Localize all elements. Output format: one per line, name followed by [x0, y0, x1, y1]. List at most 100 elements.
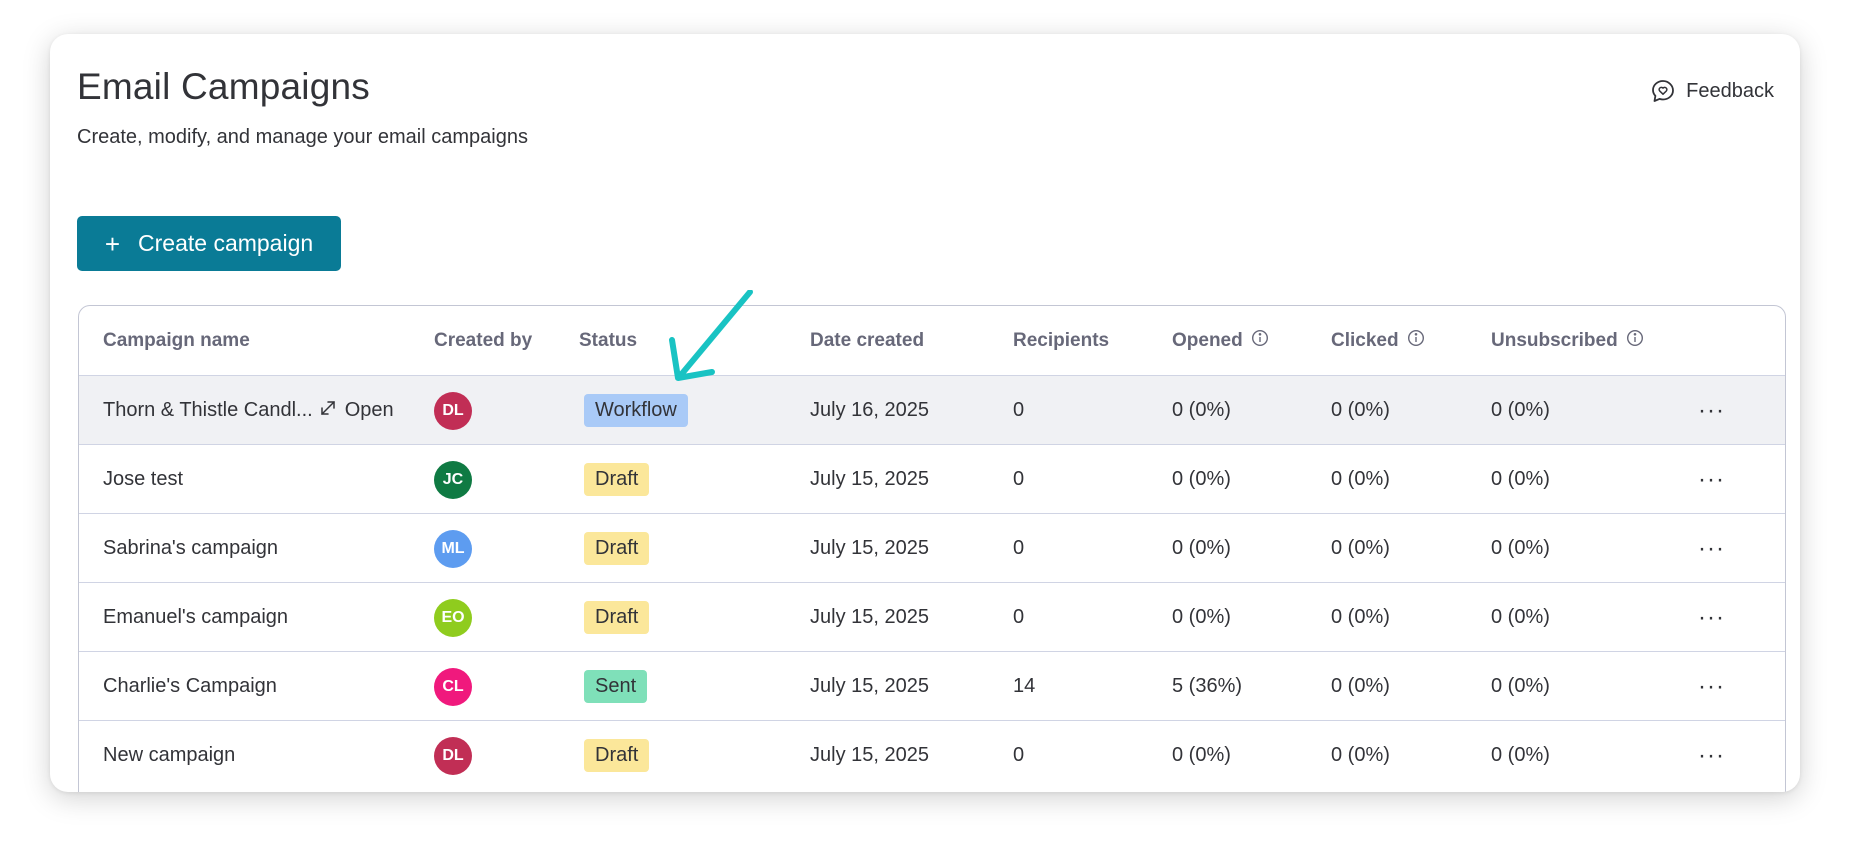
- status-cell: Draft: [579, 514, 650, 583]
- date-created: July 15, 2025: [810, 468, 929, 490]
- status-badge: Sent: [584, 670, 648, 703]
- date-created: July 15, 2025: [810, 675, 929, 697]
- info-circle-icon[interactable]: [1626, 329, 1644, 353]
- info-circle-icon[interactable]: [1407, 329, 1425, 353]
- create-campaign-button[interactable]: + Create campaign: [77, 216, 341, 271]
- column-header-opened-label: Opened: [1172, 329, 1243, 351]
- expand-arrows-icon: [319, 399, 337, 423]
- campaign-name: Thorn & Thistle Candl...: [103, 399, 313, 421]
- status-cell: Sent: [579, 652, 648, 721]
- status-cell: Workflow: [579, 376, 688, 445]
- campaigns-table: Campaign name Created by Status Date cre…: [78, 305, 1786, 792]
- created-by-cell: DL: [434, 721, 472, 790]
- opened-count: 0 (0%): [1172, 606, 1231, 628]
- created-by-cell: EO: [434, 583, 472, 652]
- created-by-cell: ML: [434, 514, 472, 583]
- opened-count: 5 (36%): [1172, 675, 1243, 697]
- open-row-link[interactable]: Open: [319, 399, 394, 423]
- page-title: Email Campaigns: [77, 66, 370, 107]
- avatar[interactable]: EO: [434, 598, 472, 637]
- more-horizontal-icon[interactable]: ···: [1698, 376, 1725, 445]
- status-cell: Draft: [579, 445, 650, 514]
- recipients-count: 0: [1013, 537, 1025, 559]
- recipients-count: 0: [1013, 468, 1025, 490]
- opened-count: 0 (0%): [1172, 537, 1231, 559]
- email-campaigns-panel: Email Campaigns Create, modify, and mana…: [50, 34, 1800, 792]
- column-header-date-created[interactable]: Date created: [810, 306, 924, 375]
- created-by-cell: DL: [434, 376, 472, 445]
- clicked-count: 0 (0%): [1331, 468, 1390, 490]
- opened-count: 0 (0%): [1172, 468, 1231, 490]
- status-badge: Draft: [584, 463, 650, 496]
- date-created: July 15, 2025: [810, 537, 929, 559]
- recipients-count: 14: [1013, 675, 1036, 697]
- table-row[interactable]: Thorn & Thistle Candl... Open DL Workflo…: [79, 375, 1785, 445]
- avatar[interactable]: JC: [434, 460, 472, 499]
- feedback-label: Feedback: [1686, 79, 1774, 102]
- clicked-count: 0 (0%): [1331, 675, 1390, 697]
- column-header-recipients[interactable]: Recipients: [1013, 306, 1109, 375]
- unsubscribed-count: 0 (0%): [1491, 606, 1550, 628]
- table-row[interactable]: New campaign DL Draft July 15, 2025 0 0 …: [79, 720, 1785, 790]
- more-horizontal-icon[interactable]: ···: [1698, 514, 1725, 583]
- open-label: Open: [344, 399, 394, 421]
- column-header-opened[interactable]: Opened: [1172, 306, 1269, 375]
- campaign-name: Charlie's Campaign: [103, 675, 277, 697]
- unsubscribed-count: 0 (0%): [1491, 675, 1550, 697]
- unsubscribed-count: 0 (0%): [1491, 537, 1550, 559]
- table-row[interactable]: Emanuel's campaign EO Draft July 15, 202…: [79, 582, 1785, 652]
- date-created: July 16, 2025: [810, 399, 929, 421]
- clicked-count: 0 (0%): [1331, 744, 1390, 766]
- opened-count: 0 (0%): [1172, 399, 1231, 421]
- recipients-count: 0: [1013, 606, 1025, 628]
- more-horizontal-icon[interactable]: ···: [1698, 721, 1725, 790]
- status-cell: Draft: [579, 721, 650, 790]
- date-created: July 15, 2025: [810, 744, 929, 766]
- recipients-count: 0: [1013, 399, 1025, 421]
- campaign-name: Sabrina's campaign: [103, 537, 279, 559]
- status-badge: Draft: [584, 739, 650, 772]
- status-badge: Workflow: [584, 394, 688, 427]
- column-header-clicked[interactable]: Clicked: [1331, 306, 1425, 375]
- arrow-pointer-icon: [669, 290, 753, 381]
- page-subtitle: Create, modify, and manage your email ca…: [77, 126, 528, 148]
- column-header-clicked-label: Clicked: [1331, 329, 1399, 351]
- campaign-name: Jose test: [103, 468, 184, 490]
- table-header: Campaign name Created by Status Date cre…: [79, 306, 1785, 375]
- clicked-count: 0 (0%): [1331, 399, 1390, 421]
- chat-bubble-heart-icon: [1650, 78, 1676, 104]
- created-by-cell: JC: [434, 445, 472, 514]
- info-circle-icon[interactable]: [1251, 329, 1269, 353]
- table-row[interactable]: Jose test JC Draft July 15, 2025 0 0 (0%…: [79, 444, 1785, 514]
- status-badge: Draft: [584, 532, 650, 565]
- column-header-unsubscribed-label: Unsubscribed: [1491, 329, 1618, 351]
- column-header-unsubscribed[interactable]: Unsubscribed: [1491, 306, 1644, 375]
- plus-icon: +: [104, 228, 121, 259]
- column-header-created-by[interactable]: Created by: [434, 306, 532, 375]
- avatar[interactable]: ML: [434, 529, 472, 568]
- feedback-button[interactable]: Feedback: [1650, 78, 1774, 104]
- status-badge: Draft: [584, 601, 650, 634]
- clicked-count: 0 (0%): [1331, 537, 1390, 559]
- clicked-count: 0 (0%): [1331, 606, 1390, 628]
- avatar[interactable]: DL: [434, 736, 472, 775]
- campaign-name: Emanuel's campaign: [103, 606, 289, 628]
- column-header-campaign-name[interactable]: Campaign name: [103, 306, 250, 375]
- status-cell: Draft: [579, 583, 650, 652]
- unsubscribed-count: 0 (0%): [1491, 744, 1550, 766]
- more-horizontal-icon[interactable]: ···: [1698, 445, 1725, 514]
- date-created: July 15, 2025: [810, 606, 929, 628]
- avatar[interactable]: CL: [434, 667, 472, 706]
- table-row[interactable]: Charlie's Campaign CL Sent July 15, 2025…: [79, 651, 1785, 721]
- more-horizontal-icon[interactable]: ···: [1698, 583, 1725, 652]
- created-by-cell: CL: [434, 652, 472, 721]
- table-row[interactable]: Sabrina's campaign ML Draft July 15, 202…: [79, 513, 1785, 583]
- create-campaign-label: Create campaign: [138, 230, 314, 256]
- more-horizontal-icon[interactable]: ···: [1698, 652, 1725, 721]
- column-header-status[interactable]: Status: [579, 306, 637, 375]
- unsubscribed-count: 0 (0%): [1491, 468, 1550, 490]
- recipients-count: 0: [1013, 744, 1025, 766]
- avatar[interactable]: DL: [434, 391, 472, 430]
- unsubscribed-count: 0 (0%): [1491, 399, 1550, 421]
- opened-count: 0 (0%): [1172, 744, 1231, 766]
